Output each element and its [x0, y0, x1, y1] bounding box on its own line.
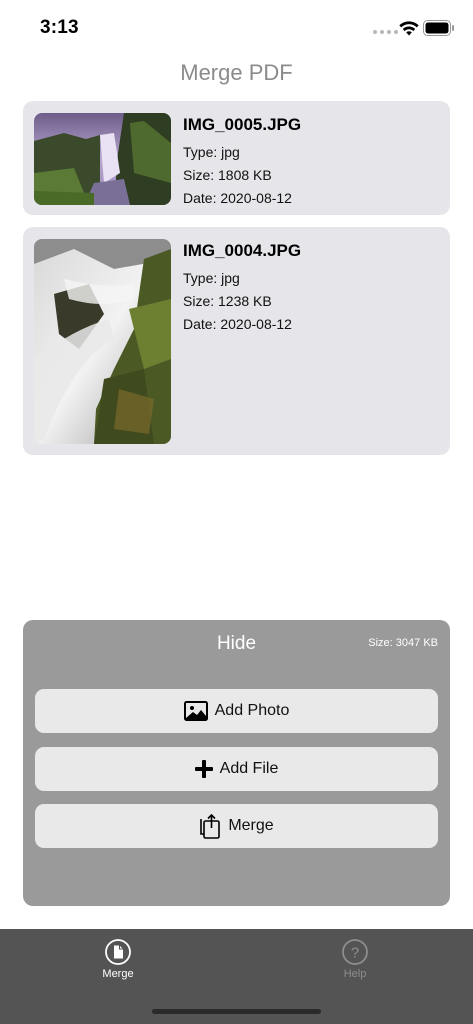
file-thumbnail — [34, 113, 171, 205]
photo-icon — [183, 701, 208, 721]
status-time: 3:13 — [40, 17, 79, 38]
plus-icon — [194, 760, 213, 778]
file-card[interactable]: IMG_0005.JPG Type: jpg Size: 1808 KB Dat… — [23, 101, 450, 215]
file-card[interactable]: IMG_0004.JPG Type: jpg Size: 1238 KB Dat… — [23, 227, 450, 455]
action-panel: Hide Size: 3047 KB Add Photo Add File Me… — [23, 620, 450, 906]
file-size: Size: 1808 KB — [183, 167, 272, 183]
add-photo-button[interactable]: Add Photo — [35, 689, 438, 733]
merge-button[interactable]: Merge — [35, 804, 438, 848]
add-photo-label: Add Photo — [214, 702, 290, 719]
status-bar: 3:13 — [0, 0, 473, 56]
file-info: IMG_0005.JPG Type: jpg Size: 1808 KB Dat… — [183, 115, 301, 210]
file-type: Type: jpg — [183, 144, 240, 160]
file-size: Size: 1238 KB — [183, 293, 272, 309]
file-date: Date: 2020-08-12 — [183, 316, 292, 332]
battery-icon — [423, 20, 454, 36]
cellular-signal-icon — [373, 30, 398, 34]
file-name: IMG_0004.JPG — [183, 241, 302, 260]
share-documents-icon — [200, 813, 221, 839]
waterfall-landscape-image — [34, 113, 171, 205]
waterfall-closeup-image — [34, 239, 171, 444]
tab-bar: Merge ? Help — [0, 929, 473, 1024]
tab-help[interactable]: ? Help — [315, 939, 395, 980]
file-date: Date: 2020-08-12 — [183, 190, 292, 206]
question-icon: ? — [342, 939, 368, 965]
home-indicator — [152, 1009, 321, 1014]
total-size-label: Size: 3047 KB — [368, 637, 438, 649]
add-file-label: Add File — [219, 760, 279, 777]
page-title: Merge PDF — [180, 60, 293, 85]
merge-label: Merge — [228, 817, 274, 834]
tab-label: Merge — [102, 968, 134, 980]
file-name: IMG_0005.JPG — [183, 115, 302, 134]
file-type: Type: jpg — [183, 270, 240, 286]
document-icon — [105, 939, 131, 965]
wifi-icon — [399, 21, 419, 36]
svg-text:?: ? — [351, 945, 359, 962]
tab-label: Help — [343, 968, 367, 980]
file-thumbnail — [34, 239, 171, 444]
tab-merge[interactable]: Merge — [78, 939, 158, 980]
add-file-button[interactable]: Add File — [35, 747, 438, 791]
file-info: IMG_0004.JPG Type: jpg Size: 1238 KB Dat… — [183, 241, 301, 336]
